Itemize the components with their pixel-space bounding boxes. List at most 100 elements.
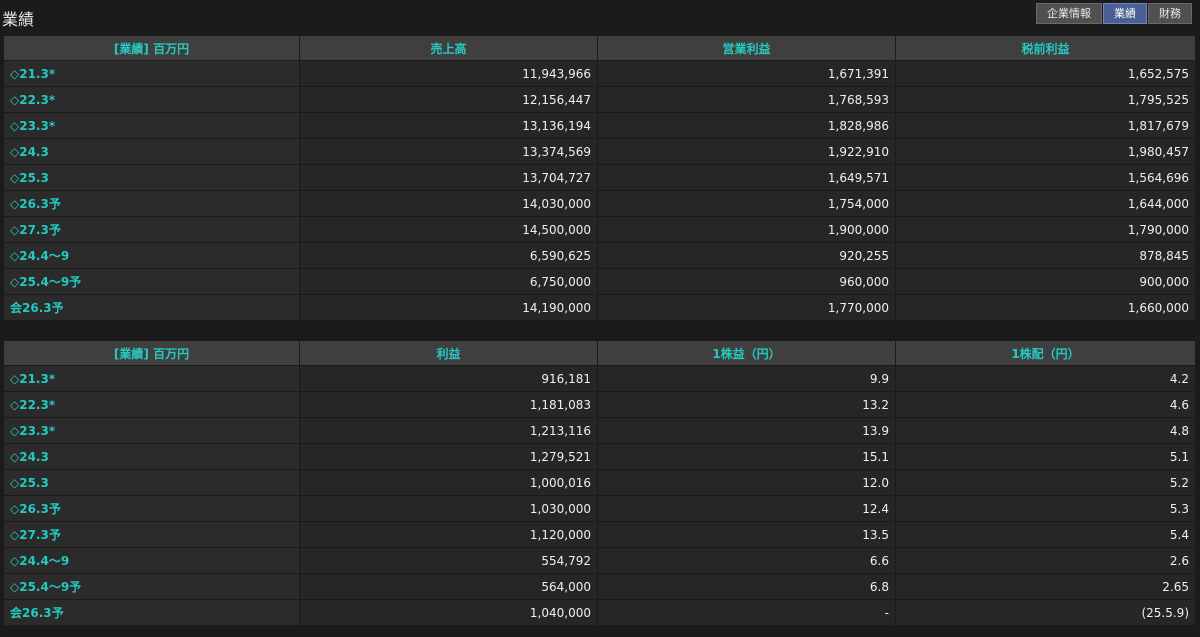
table-row: ◇25.3 1,000,016 12.0 5.2 [3,469,1196,496]
table-row: ◇24.3 1,279,521 15.1 5.1 [3,443,1196,470]
value-cell: 9.9 [597,365,896,392]
value-cell: 1,980,457 [895,138,1196,165]
value-cell: 14,500,000 [299,216,598,243]
value-cell: 564,000 [299,573,598,600]
table-row: ◇24.3 13,374,569 1,922,910 1,980,457 [3,138,1196,165]
table-row: ◇25.3 13,704,727 1,649,571 1,564,696 [3,164,1196,191]
value-cell: 960,000 [597,268,896,295]
value-cell: 2.65 [895,573,1196,600]
value-cell: 1,030,000 [299,495,598,522]
column-header: [業績] 百万円 [3,35,300,61]
value-cell: 13,704,727 [299,164,598,191]
value-cell: 4.8 [895,417,1196,444]
value-cell: 12.4 [597,495,896,522]
value-cell: 15.1 [597,443,896,470]
period-link[interactable]: ◇24.4～9 [10,554,69,568]
value-cell: - [597,599,896,626]
value-cell: 5.3 [895,495,1196,522]
table-row: 会26.3予 14,190,000 1,770,000 1,660,000 [3,294,1196,321]
value-cell: 1,922,910 [597,138,896,165]
table-header-row: [業績] 百万円 売上高 営業利益 税前利益 [3,35,1196,61]
value-cell: 1,900,000 [597,216,896,243]
period-link[interactable]: ◇24.3 [10,450,49,464]
period-cell: ◇27.3予 [3,521,300,548]
period-link[interactable]: ◇24.4～9 [10,249,69,263]
period-cell: ◇25.4～9予 [3,573,300,600]
value-cell: 4.2 [895,365,1196,392]
value-cell: 1,040,000 [299,599,598,626]
column-header: 営業利益 [597,35,896,61]
table-row: ◇23.3* 13,136,194 1,828,986 1,817,679 [3,112,1196,139]
period-cell: ◇22.3* [3,86,300,113]
period-link[interactable]: ◇26.3予 [10,502,61,516]
tab-performance[interactable]: 業績 [1103,3,1147,24]
value-cell: 6,590,625 [299,242,598,269]
table-header-row: [業績] 百万円 利益 1株益（円） 1株配（円） [3,340,1196,366]
value-cell: 14,030,000 [299,190,598,217]
period-cell: ◇26.3予 [3,190,300,217]
table-row: ◇21.3* 11,943,966 1,671,391 1,652,575 [3,60,1196,87]
tab-group: 企業情報 業績 財務 [1035,3,1192,24]
value-cell: 14,190,000 [299,294,598,321]
period-cell: ◇26.3予 [3,495,300,522]
tab-financials[interactable]: 財務 [1148,3,1192,24]
column-header: 1株配（円） [895,340,1196,366]
period-link[interactable]: ◇25.4～9予 [10,580,81,594]
period-link[interactable]: ◇21.3* [10,67,55,81]
value-cell: 5.1 [895,443,1196,470]
period-link[interactable]: ◇23.3* [10,424,55,438]
value-cell: 2.6 [895,547,1196,574]
period-link[interactable]: 会26.3予 [10,301,64,315]
period-link[interactable]: ◇25.3 [10,476,49,490]
table-row: ◇24.4～9 6,590,625 920,255 878,845 [3,242,1196,269]
value-cell: 1,795,525 [895,86,1196,113]
period-link[interactable]: ◇23.3* [10,119,55,133]
value-cell: 1,000,016 [299,469,598,496]
table-row: ◇24.4～9 554,792 6.6 2.6 [3,547,1196,574]
column-header: 利益 [299,340,598,366]
value-cell: 1,790,000 [895,216,1196,243]
value-cell: 12.0 [597,469,896,496]
value-cell: 1,652,575 [895,60,1196,87]
period-cell: ◇21.3* [3,365,300,392]
period-cell: ◇25.3 [3,164,300,191]
value-cell: 916,181 [299,365,598,392]
table-row: ◇25.4～9予 564,000 6.8 2.65 [3,573,1196,600]
period-link[interactable]: ◇26.3予 [10,197,61,211]
tab-company-info[interactable]: 企業情報 [1036,3,1102,24]
value-cell: 1,649,571 [597,164,896,191]
period-link[interactable]: 会26.3予 [10,606,64,620]
value-cell: 1,564,696 [895,164,1196,191]
performance-table-sales: [業績] 百万円 売上高 営業利益 税前利益 ◇21.3* 11,943,966 1,67… [3,35,1196,321]
value-cell: 13.5 [597,521,896,548]
period-link[interactable]: ◇24.3 [10,145,49,159]
period-cell: ◇23.3* [3,417,300,444]
period-link[interactable]: ◇27.3予 [10,223,61,237]
value-cell: 1,181,083 [299,391,598,418]
table-row: ◇26.3予 14,030,000 1,754,000 1,644,000 [3,190,1196,217]
period-cell: ◇27.3予 [3,216,300,243]
value-cell: 1,671,391 [597,60,896,87]
value-cell: 13.2 [597,391,896,418]
period-link[interactable]: ◇25.3 [10,171,49,185]
period-link[interactable]: ◇27.3予 [10,528,61,542]
period-cell: ◇23.3* [3,112,300,139]
value-cell: 4.6 [895,391,1196,418]
period-link[interactable]: ◇21.3* [10,372,55,386]
value-cell: 1,817,679 [895,112,1196,139]
value-cell: 1,644,000 [895,190,1196,217]
period-link[interactable]: ◇25.4～9予 [10,275,81,289]
table-row: ◇21.3* 916,181 9.9 4.2 [3,365,1196,392]
period-cell: 会26.3予 [3,599,300,626]
period-link[interactable]: ◇22.3* [10,398,55,412]
top-bar: 業績 企業情報 業績 財務 [0,0,1200,34]
column-header: 1株益（円） [597,340,896,366]
page-title: 業績 [2,10,35,29]
value-cell: 5.4 [895,521,1196,548]
table-row: ◇27.3予 14,500,000 1,900,000 1,790,000 [3,216,1196,243]
value-cell: (25.5.9) [895,599,1196,626]
value-cell: 11,943,966 [299,60,598,87]
period-link[interactable]: ◇22.3* [10,93,55,107]
value-cell: 13.9 [597,417,896,444]
period-cell: ◇25.4～9予 [3,268,300,295]
